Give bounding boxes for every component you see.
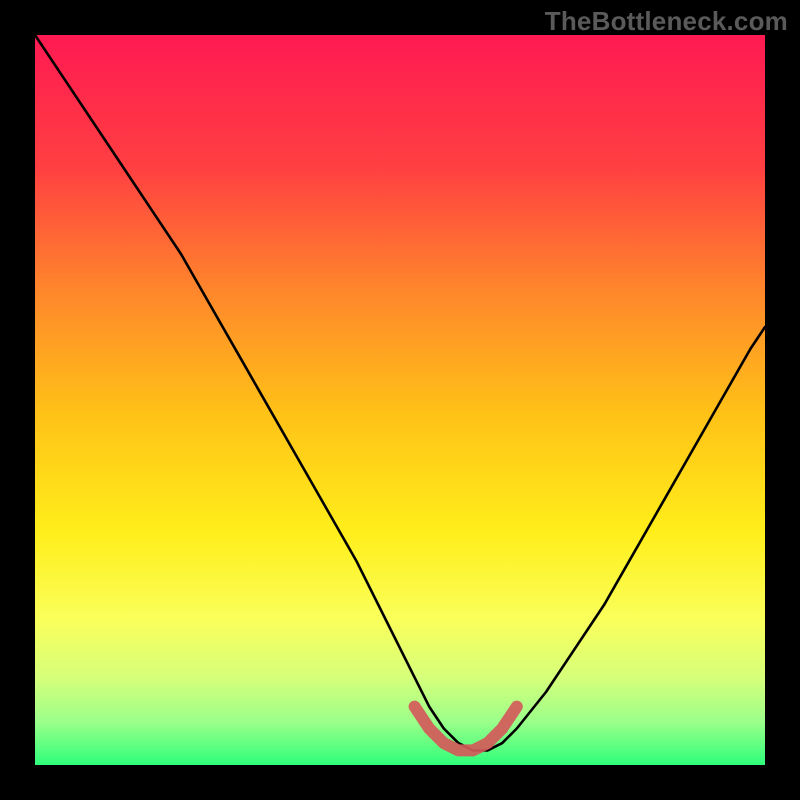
- watermark-text: TheBottleneck.com: [545, 6, 788, 37]
- chart-frame: TheBottleneck.com: [0, 0, 800, 800]
- bottleneck-curve-chart: [0, 0, 800, 800]
- plot-background: [35, 35, 765, 765]
